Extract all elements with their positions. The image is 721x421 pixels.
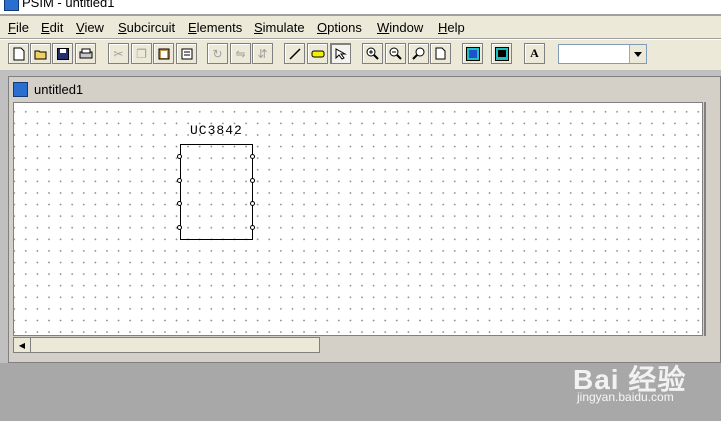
document-title-bar[interactable]: untitled1 [9, 77, 720, 101]
pin-right-2[interactable] [250, 178, 255, 183]
window-title-bar[interactable]: PSIM - untitled1 [0, 0, 721, 14]
menu-simulate[interactable]: Simulate [254, 20, 305, 35]
run-simulation-icon[interactable] [462, 43, 483, 64]
scroll-left-arrow-icon[interactable]: ◀ [14, 338, 31, 352]
open-folder-icon[interactable] [30, 43, 51, 64]
schematic-document-icon [13, 82, 28, 97]
menu-elements[interactable]: Elements [188, 20, 242, 35]
component-body[interactable] [180, 144, 253, 240]
window-title: PSIM - untitled1 [22, 0, 115, 10]
pin-left-2[interactable] [177, 178, 182, 183]
page-icon[interactable] [430, 43, 451, 64]
pin-left-1[interactable] [177, 154, 182, 159]
menu-window[interactable]: Window [377, 20, 423, 35]
new-file-icon[interactable] [8, 43, 29, 64]
rotate-icon[interactable]: ↻ [207, 43, 228, 64]
label-icon[interactable] [307, 43, 328, 64]
text-tool-icon[interactable]: A [524, 43, 545, 64]
schematic-canvas[interactable]: UC3842 [13, 102, 703, 336]
pin-right-4[interactable] [250, 225, 255, 230]
horizontal-scrollbar[interactable]: ◀ [13, 337, 320, 353]
menu-edit[interactable]: Edit [41, 20, 63, 35]
uc3842-component[interactable]: UC3842 [177, 123, 255, 240]
run-simview-icon[interactable] [491, 43, 512, 64]
baidu-watermark: Bai 经验 jingyan.baidu.com [545, 350, 695, 410]
menu-file[interactable]: File [8, 20, 29, 35]
pin-right-1[interactable] [250, 154, 255, 159]
menu-subcircuit[interactable]: Subcircuit [118, 20, 175, 35]
clipboard-icon[interactable] [176, 43, 197, 64]
save-disk-icon[interactable] [52, 43, 73, 64]
zoom-out-icon[interactable] [385, 43, 406, 64]
flip-horizontal-icon[interactable]: ⇋ [230, 43, 251, 64]
pin-left-4[interactable] [177, 225, 182, 230]
menu-options[interactable]: Options [317, 20, 362, 35]
mdi-workspace: untitled1 UC3842 ◀ [0, 70, 721, 363]
document-window: untitled1 UC3842 ◀ [8, 76, 721, 363]
cut-icon[interactable]: ✂ [108, 43, 129, 64]
wire-icon[interactable] [284, 43, 305, 64]
select-pointer-icon[interactable] [330, 43, 351, 64]
zoom-fit-icon[interactable] [408, 43, 429, 64]
vertical-scrollbar-edge [704, 102, 706, 336]
chevron-down-icon[interactable] [629, 45, 646, 63]
component-label: UC3842 [190, 123, 243, 138]
zoom-in-icon[interactable] [362, 43, 383, 64]
watermark-site: jingyan.baidu.com [577, 390, 674, 404]
pin-left-3[interactable] [177, 201, 182, 206]
psim-app-icon [4, 0, 19, 11]
document-title: untitled1 [34, 82, 84, 97]
menu-bar: File Edit View Subcircuit Elements Simul… [0, 16, 721, 38]
menu-view[interactable]: View [76, 20, 104, 35]
menu-help[interactable]: Help [438, 20, 465, 35]
paste-icon[interactable] [153, 43, 174, 64]
copy-icon[interactable]: ❐ [131, 43, 152, 64]
flip-vertical-icon[interactable]: ⇵ [252, 43, 273, 64]
print-icon[interactable] [75, 43, 96, 64]
element-combo-box[interactable] [558, 44, 647, 64]
pin-right-3[interactable] [250, 201, 255, 206]
toolbar: ✂ ❐ ↻ ⇋ ⇵ A [0, 39, 721, 71]
